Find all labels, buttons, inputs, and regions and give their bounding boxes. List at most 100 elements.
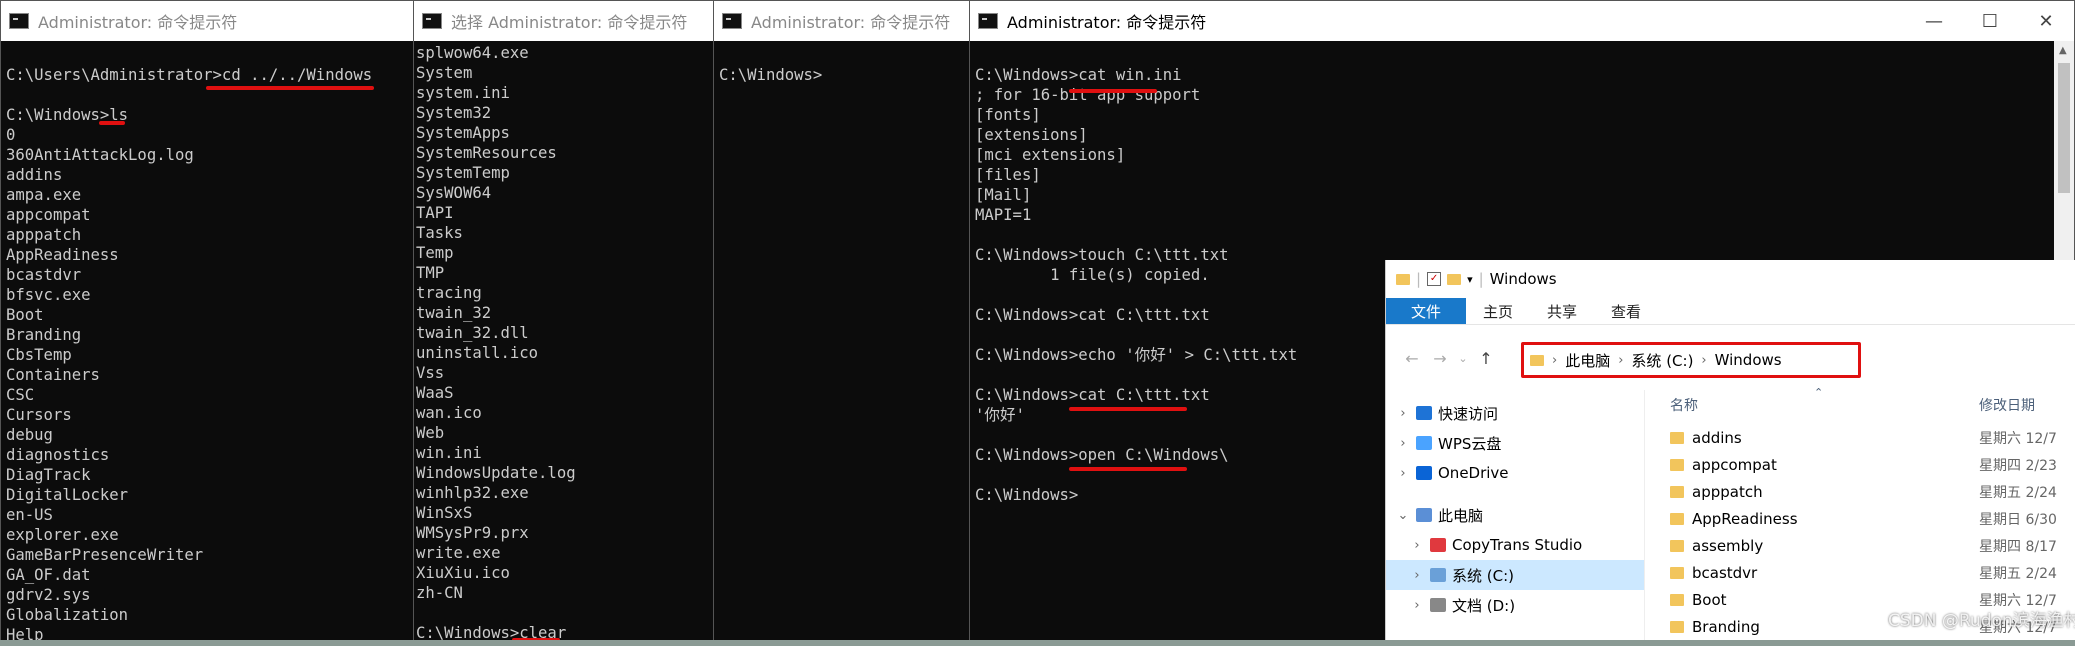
close-button[interactable]: ✕ (2018, 11, 2074, 32)
file-name: appcompat (1692, 455, 1777, 474)
chevron-right-icon: › (1552, 352, 1558, 368)
terminal-line: 360AntiAttackLog.log (6, 146, 194, 164)
explorer-title-bar[interactable]: | ✓ ▾ | Windows (1386, 260, 2075, 298)
nav-item-icon (1416, 436, 1432, 450)
window-title: Administrator: 命令提示符 (1007, 13, 1207, 32)
terminal-line: WaaS (416, 384, 454, 402)
file-name: assembly (1692, 536, 1764, 555)
properties-icon[interactable]: ✓ (1427, 272, 1442, 286)
column-date-header[interactable]: 修改日期 (1979, 395, 2035, 415)
tab-share[interactable]: 共享 (1530, 298, 1594, 324)
watermark: CSDN @Rudon滨海渔村 (1888, 611, 2075, 631)
file-name: apppatch (1692, 482, 1763, 501)
expand-chevron-icon[interactable]: › (1410, 598, 1424, 613)
cmd-window-1[interactable]: Administrator: 命令提示符 C:\Users\Administra… (0, 0, 415, 646)
sort-ascending-icon: ⌃ (1814, 386, 1824, 399)
title-bar[interactable]: 选择 Administrator: 命令提示符 (414, 1, 714, 41)
underline-mark (1069, 467, 1187, 471)
breadcrumb-windows[interactable]: Windows (1715, 351, 1782, 369)
ribbon-tabs: 文件 主页 共享 查看 (1386, 298, 2075, 325)
desktop-taskbar-strip (0, 640, 2075, 646)
terminal-line: [mci extensions] (975, 146, 1126, 164)
forward-arrow-icon[interactable]: → (1426, 349, 1454, 368)
nav-item-icon (1416, 406, 1432, 420)
expand-chevron-icon[interactable]: › (1396, 406, 1410, 421)
terminal-line: C:\Windows> (719, 66, 823, 84)
nav-item-label: 文档 (D:) (1452, 596, 1516, 615)
terminal-line: DigitalLocker (6, 486, 129, 504)
list-item[interactable]: bcastdvr 星期五 2/24 (1644, 559, 2075, 586)
expand-chevron-icon[interactable]: › (1396, 436, 1410, 451)
list-item[interactable]: AppReadiness 星期日 6/30 (1644, 505, 2075, 532)
terminal-line: XiuXiu.ico (416, 564, 510, 582)
expand-chevron-icon[interactable]: › (1396, 466, 1410, 481)
cmd-window-2[interactable]: 选择 Administrator: 命令提示符 splwow64.exe Syst… (413, 0, 715, 646)
tab-home[interactable]: 主页 (1466, 298, 1530, 324)
terminal-line: TMP (416, 264, 445, 282)
cmd-icon (9, 13, 29, 29)
address-row: ← → ⌄ ↑ › 此电脑 › 系统 (C:) › Windows (1386, 325, 2075, 391)
navigation-pane: › 快速访问 › WPS云盘 › OneDrive ⌄ 此电脑 › CopyTrans Studi… (1386, 390, 1645, 646)
terminal-output[interactable]: splwow64.exe System system.ini System32 Syst… (416, 43, 692, 643)
minimize-button[interactable]: — (1906, 11, 1962, 32)
new-folder-icon[interactable] (1447, 273, 1462, 285)
terminal-line: GA_OF.dat (6, 566, 91, 584)
folder-icon (1670, 620, 1684, 633)
terminal-line: [extensions] (975, 126, 1088, 144)
expand-chevron-icon[interactable]: › (1410, 538, 1424, 553)
file-date: 星期四 2/23 (1979, 457, 2057, 474)
quick-access-dropdown-icon[interactable]: ▾ (1467, 273, 1473, 286)
terminal-line: zh-CN (416, 584, 463, 602)
file-name: Boot (1692, 590, 1727, 609)
cmd-window-3[interactable]: Administrator: 命令提示符 C:\Windows> (713, 0, 971, 646)
collapse-chevron-icon[interactable]: ⌄ (1396, 508, 1410, 523)
list-item[interactable]: assembly 星期四 8/17 (1644, 532, 2075, 559)
list-item[interactable]: addins 星期六 12/7 (1644, 424, 2075, 451)
scroll-thumb[interactable] (2058, 63, 2070, 193)
maximize-button[interactable]: ☐ (1962, 11, 2018, 32)
recent-chevron-icon[interactable]: ⌄ (1454, 352, 1472, 365)
terminal-line: MAPI=1 (975, 206, 1032, 224)
terminal-line: bfsvc.exe (6, 286, 91, 304)
file-explorer-window[interactable]: | ✓ ▾ | Windows 文件 主页 共享 查看 ← → ⌄ ↑ › 此电… (1385, 260, 2075, 646)
nav-item-icon (1416, 508, 1432, 522)
folder-icon (1670, 539, 1684, 552)
scroll-up-icon[interactable]: ▲ (2059, 45, 2067, 56)
up-arrow-icon[interactable]: ↑ (1472, 349, 1500, 368)
terminal-line: wan.ico (416, 404, 482, 422)
title-bar[interactable]: Administrator: 命令提示符 (1, 1, 414, 41)
column-name-header[interactable]: 名称 (1670, 395, 1698, 415)
expand-chevron-icon[interactable]: › (1410, 568, 1424, 583)
breadcrumb-this-pc[interactable]: 此电脑 (1565, 350, 1610, 371)
nav-item[interactable]: › CopyTrans Studio (1386, 530, 1644, 560)
tab-view[interactable]: 查看 (1594, 298, 1658, 324)
nav-item[interactable]: › 文档 (D:) (1386, 590, 1644, 620)
file-date: 星期五 2/24 (1979, 484, 2057, 501)
breadcrumb-c-drive[interactable]: 系统 (C:) (1631, 350, 1693, 371)
back-arrow-icon[interactable]: ← (1398, 349, 1426, 368)
nav-item-label: 快速访问 (1438, 404, 1499, 423)
terminal-line: Vss (416, 364, 445, 382)
file-name: bcastdvr (1692, 563, 1758, 582)
address-bar[interactable]: › 此电脑 › 系统 (C:) › Windows (1521, 342, 1861, 378)
terminal-line: ampa.exe (6, 186, 82, 204)
terminal-line: Globalization (6, 606, 129, 624)
nav-item[interactable]: › OneDrive (1386, 458, 1644, 488)
terminal-output[interactable]: C:\Users\Administrator>cd ../../Windows C… (6, 45, 392, 645)
folder-icon (1670, 512, 1684, 525)
nav-item-icon (1430, 538, 1446, 552)
title-bar[interactable]: Administrator: 命令提示符 — ☐ ✕ (970, 1, 2074, 41)
nav-item[interactable]: › 系统 (C:) (1386, 560, 1644, 590)
list-item[interactable]: appcompat 星期四 2/23 (1644, 451, 2075, 478)
nav-item[interactable]: › WPS云盘 (1386, 428, 1644, 458)
nav-item[interactable]: ⌄ 此电脑 (1386, 500, 1644, 530)
list-item[interactable]: apppatch 星期五 2/24 (1644, 478, 2075, 505)
terminal-line: [fonts] (975, 106, 1041, 124)
file-name: addins (1692, 428, 1742, 447)
terminal-output[interactable]: C:\Windows> (719, 45, 948, 85)
nav-item[interactable]: › 快速访问 (1386, 398, 1644, 428)
title-bar[interactable]: Administrator: 命令提示符 (714, 1, 970, 41)
tab-file[interactable]: 文件 (1386, 298, 1467, 324)
nav-item-label: CopyTrans Studio (1452, 536, 1583, 554)
